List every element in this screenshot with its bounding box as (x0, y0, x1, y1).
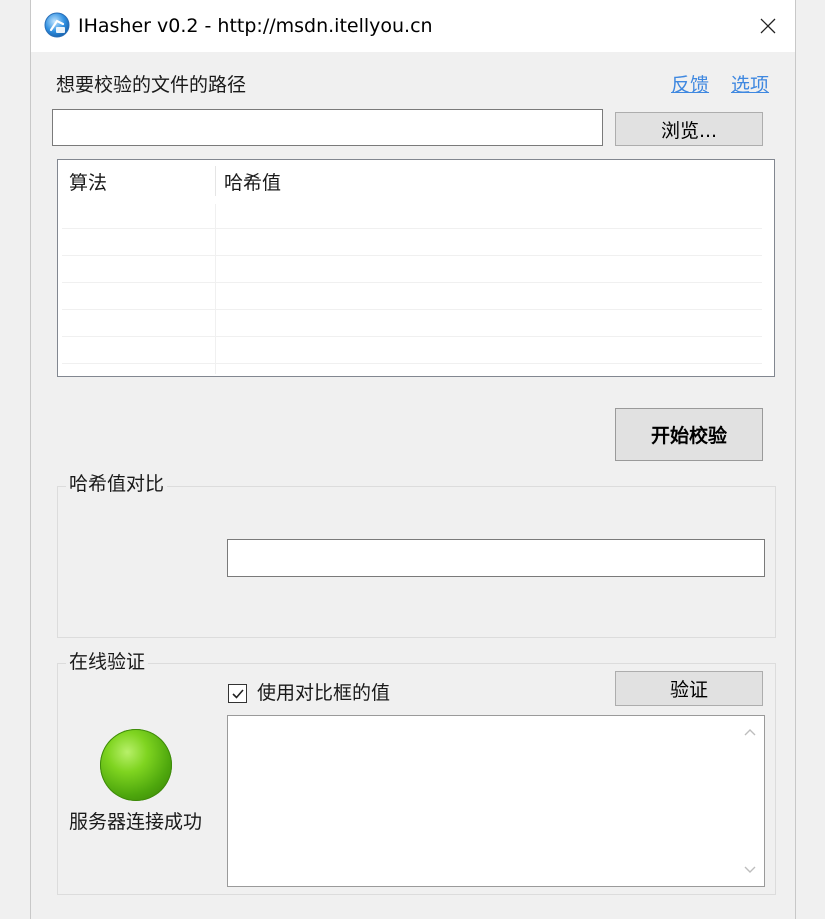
row-gridline (62, 336, 762, 337)
app-logo-icon (44, 12, 70, 38)
list-header: 算法 哈希值 (58, 160, 774, 204)
column-divider (215, 204, 216, 374)
title-bar[interactable]: IHasher v0.2 - http://msdn.itellyou.cn (31, 0, 795, 52)
close-icon (760, 18, 776, 34)
close-button[interactable] (748, 10, 788, 42)
server-status-light-icon (100, 729, 172, 801)
compare-value-input[interactable] (227, 539, 765, 577)
file-path-label: 想要校验的文件的路径 (56, 74, 247, 96)
row-gridline (62, 282, 762, 283)
start-verify-button[interactable]: 开始校验 (615, 408, 763, 461)
hash-result-list[interactable]: 算法 哈希值 (57, 159, 775, 377)
file-path-input[interactable] (52, 109, 603, 146)
browse-button[interactable]: 浏览... (615, 112, 763, 146)
server-status-text: 服务器连接成功 (69, 811, 203, 833)
hash-compare-group-title: 哈希值对比 (66, 472, 168, 496)
scroll-down-arrow[interactable] (742, 862, 758, 878)
chevron-down-icon (744, 866, 756, 873)
use-compare-checkbox-label[interactable]: 使用对比框的值 (257, 681, 390, 705)
column-separator[interactable] (215, 166, 216, 196)
online-verify-group-title: 在线验证 (66, 650, 149, 674)
window-title: IHasher v0.2 - http://msdn.itellyou.cn (78, 15, 433, 37)
scroll-up-arrow[interactable] (742, 724, 758, 740)
options-link[interactable]: 选项 (731, 73, 769, 97)
row-gridline (62, 363, 762, 364)
row-gridline (62, 228, 762, 229)
feedback-link[interactable]: 反馈 (671, 73, 709, 97)
column-header-hash[interactable]: 哈希值 (224, 171, 281, 195)
chevron-up-icon (744, 729, 756, 736)
row-gridline (62, 309, 762, 310)
checkmark-icon (231, 688, 244, 699)
online-result-textarea[interactable] (227, 715, 765, 887)
app-window: IHasher v0.2 - http://msdn.itellyou.cn 想… (30, 0, 796, 919)
use-compare-checkbox[interactable] (228, 684, 247, 703)
row-gridline (62, 255, 762, 256)
verify-button[interactable]: 验证 (615, 671, 763, 706)
column-header-algorithm[interactable]: 算法 (69, 171, 107, 195)
